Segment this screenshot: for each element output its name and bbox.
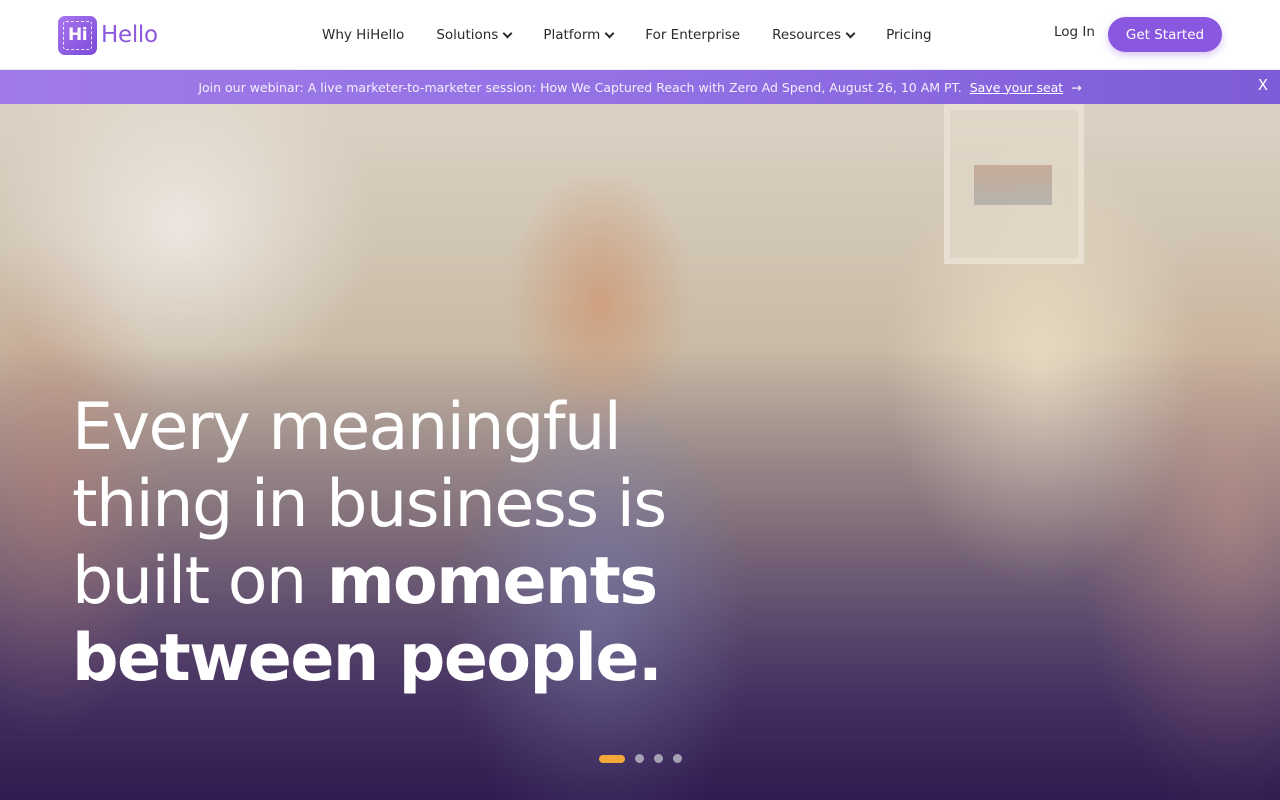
get-started-label: Get Started	[1125, 26, 1205, 43]
headline-line-3-light: built on	[72, 544, 307, 619]
carousel-dots	[599, 754, 692, 763]
nav-solutions-label: Solutions	[436, 27, 499, 43]
webinar-banner: Join our webinar: A live marketer-to-mar…	[0, 70, 1280, 104]
headline-line-3-bold: moments	[326, 544, 658, 619]
nav-resources[interactable]: Resources	[772, 27, 856, 43]
nav-platform-label: Platform	[543, 27, 601, 43]
site-header: Hi Hello Why HiHello Solutions Platform …	[0, 0, 1280, 70]
hero-headline: Every meaningful thing in business is bu…	[72, 389, 772, 697]
hero-background-photo	[944, 104, 1084, 264]
chevron-down-icon	[502, 28, 513, 38]
chevron-down-icon	[604, 28, 615, 38]
carousel-dot-4[interactable]	[673, 754, 682, 763]
close-banner-button[interactable]: X	[1258, 76, 1268, 94]
headline-line-1: Every meaningful	[72, 390, 622, 465]
carousel-dot-1[interactable]	[599, 754, 625, 763]
nav-for-enterprise-label: For Enterprise	[645, 27, 741, 43]
logo-badge-text: Hi	[67, 25, 88, 45]
arrow-right-icon: →	[1071, 79, 1082, 95]
nav-resources-label: Resources	[772, 27, 842, 43]
nav-solutions[interactable]: Solutions	[436, 27, 513, 43]
chevron-down-icon	[845, 28, 856, 38]
save-your-seat-link[interactable]: Save your seat	[970, 80, 1064, 95]
headline-line-4: between people.	[72, 621, 663, 696]
main-nav: Why HiHello Solutions Platform For Enter…	[322, 0, 932, 70]
nav-pricing[interactable]: Pricing	[886, 27, 932, 43]
nav-pricing-label: Pricing	[886, 27, 932, 43]
nav-for-enterprise[interactable]: For Enterprise	[645, 27, 740, 43]
logo-badge: Hi	[58, 15, 97, 55]
carousel-dot-3[interactable]	[654, 754, 663, 763]
headline-line-2: thing in business is	[72, 467, 667, 542]
login-link[interactable]: Log In	[1054, 24, 1095, 40]
banner-message: Join our webinar: A live marketer-to-mar…	[198, 80, 1081, 95]
hihello-logo[interactable]: Hi Hello	[58, 15, 158, 55]
carousel-dot-2[interactable]	[635, 754, 644, 763]
hero-section: Every meaningful thing in business is bu…	[0, 104, 1280, 800]
logo-wordmark: Hello	[101, 22, 158, 48]
banner-text: Join our webinar: A live marketer-to-mar…	[198, 79, 962, 95]
get-started-button[interactable]: Get Started	[1108, 17, 1222, 52]
nav-why-hihello[interactable]: Why HiHello	[322, 27, 404, 43]
nav-platform[interactable]: Platform	[543, 27, 615, 43]
nav-why-hihello-label: Why HiHello	[322, 27, 405, 43]
